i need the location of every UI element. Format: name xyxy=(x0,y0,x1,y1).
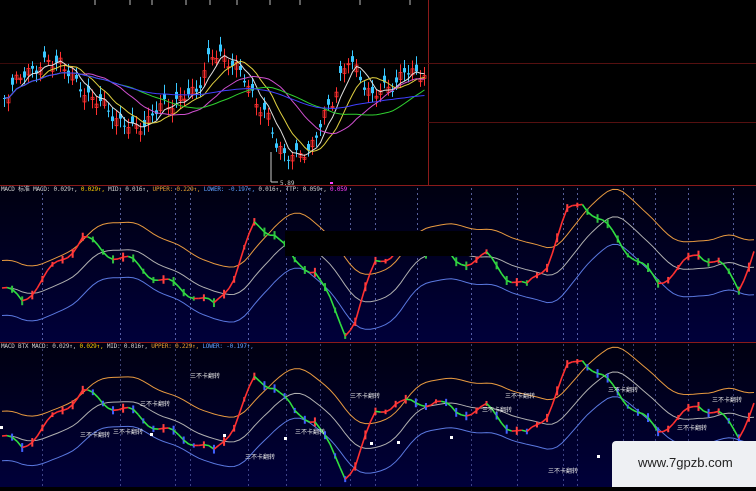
signal-label: 三不卡翻转 xyxy=(350,392,380,400)
signal-label: 三不卡翻转 xyxy=(245,453,275,461)
candle-body-down xyxy=(319,124,322,127)
candle-body-down xyxy=(111,116,114,121)
legend-item: MID: 0.016↑, xyxy=(108,186,152,193)
signal-dot xyxy=(150,433,153,436)
signal-label: 三不卡翻转 xyxy=(190,372,220,380)
legend-item: MACD BTX xyxy=(1,343,32,350)
candle-body-down xyxy=(263,103,266,110)
candle-body-down xyxy=(31,66,34,69)
signal-segment xyxy=(517,430,522,431)
candle-body-down xyxy=(275,143,278,147)
signal-label: 三不卡翻转 xyxy=(712,396,742,404)
signal-segment xyxy=(375,411,380,412)
candle-body-down xyxy=(407,73,410,74)
signal-segment xyxy=(577,204,582,205)
signal-label: 三不卡翻转 xyxy=(608,386,638,394)
signal-label: 三不卡翻转 xyxy=(113,428,143,436)
signal-segment xyxy=(517,282,522,283)
signal-segment xyxy=(688,407,693,408)
candle-body-down xyxy=(395,77,398,82)
candle-body-down xyxy=(207,48,210,54)
candle-body-down xyxy=(43,52,46,58)
signal-label: 三不卡翻转 xyxy=(677,424,707,432)
candle-body-down xyxy=(131,116,134,123)
price-panel xyxy=(0,0,756,185)
signal-dot xyxy=(284,437,287,440)
signal-label: 三不卡翻转 xyxy=(482,406,512,414)
candle-body-down xyxy=(315,136,318,138)
stock-chart-window: 5.89 三不卡翻转三不卡翻转三不卡翻转三不卡翻转三不卡翻转三不卡翻转三不卡翻转… xyxy=(0,0,756,487)
candle-body-down xyxy=(107,111,110,112)
signal-segment xyxy=(204,298,209,299)
signal-segment xyxy=(406,399,411,400)
candle-body-down xyxy=(151,114,154,116)
legend-item: MACD: 0.029↑, xyxy=(33,186,81,193)
candle-body-down xyxy=(187,88,190,94)
legend-item: TTP: 0.059↑, xyxy=(286,186,330,193)
candle-body-down xyxy=(195,89,198,92)
candle-body-down xyxy=(415,65,418,72)
signal-label: 三不卡翻转 xyxy=(140,400,170,408)
indicator1-legend: MACD 标准 MACD: 0.029↑, 0.029↑, MID: 0.016… xyxy=(1,186,347,194)
candle-body-down xyxy=(287,160,290,161)
legend-item: 0.029↑, xyxy=(80,343,107,350)
signal-segment xyxy=(123,408,128,409)
candle-body-down xyxy=(339,66,342,73)
candle-body-down xyxy=(11,78,14,85)
legend-item: MACD 标准 xyxy=(1,186,33,193)
candle-body-down xyxy=(371,87,374,93)
candle-body-down xyxy=(403,68,406,72)
candle-body-down xyxy=(327,99,330,105)
legend-item: 0.029↑, xyxy=(81,186,108,193)
candle-body-down xyxy=(271,133,274,134)
legend-item: LOWER: -0.197↑, xyxy=(204,186,259,193)
signal-dot xyxy=(223,434,226,437)
legend-item: MID: 0.016↑, xyxy=(107,343,151,350)
signal-segment xyxy=(577,361,582,362)
candle-body-down xyxy=(79,89,82,91)
legend-item: UPPER: 0.229↑, xyxy=(153,186,204,193)
candle-body-down xyxy=(55,56,58,63)
candle-body-down xyxy=(199,85,202,88)
candle-body-down xyxy=(23,71,26,77)
candle-body-down xyxy=(123,126,126,127)
signal-label: 三不卡翻转 xyxy=(548,467,578,475)
candle-body-down xyxy=(243,81,246,83)
candle-body-down xyxy=(363,87,366,89)
candle-body-down xyxy=(283,148,286,153)
legend-item: MACD: 0.029↑, xyxy=(32,343,80,350)
indicator2-legend: MACD BTX MACD: 0.029↑, 0.029↑, MID: 0.01… xyxy=(1,343,254,351)
candle-body-down xyxy=(351,56,354,62)
candle-body-down xyxy=(219,45,222,52)
candle-body-down xyxy=(75,75,78,79)
signal-dot xyxy=(397,441,400,444)
signal-label: 三不卡翻转 xyxy=(80,431,110,439)
candle-body-down xyxy=(175,92,178,99)
signal-dot xyxy=(0,426,3,429)
legend-item: 0.016↑, xyxy=(258,186,285,193)
signal-dot xyxy=(450,436,453,439)
watermark-badge: www.7gpzb.com xyxy=(612,441,756,487)
signal-dot xyxy=(597,455,600,458)
signal-segment xyxy=(204,445,209,446)
redaction-box xyxy=(285,231,471,256)
legend-item: LOWER: -0.197↑, xyxy=(202,343,253,350)
watermark-text: www.7gpzb.com xyxy=(638,455,733,470)
candle-body-down xyxy=(295,143,298,150)
signal-segment xyxy=(375,261,380,262)
legend-item: 0.059 xyxy=(330,186,347,193)
legend-item: UPPER: 0.229↑, xyxy=(151,343,202,350)
signal-label: 三不卡翻转 xyxy=(295,428,325,436)
candle-body-down xyxy=(359,77,362,80)
time-marker xyxy=(330,182,333,184)
signal-label: 三不卡翻转 xyxy=(505,392,535,400)
signal-dot xyxy=(370,442,373,445)
signal-segment xyxy=(123,256,128,257)
candle-body-down xyxy=(239,66,242,70)
